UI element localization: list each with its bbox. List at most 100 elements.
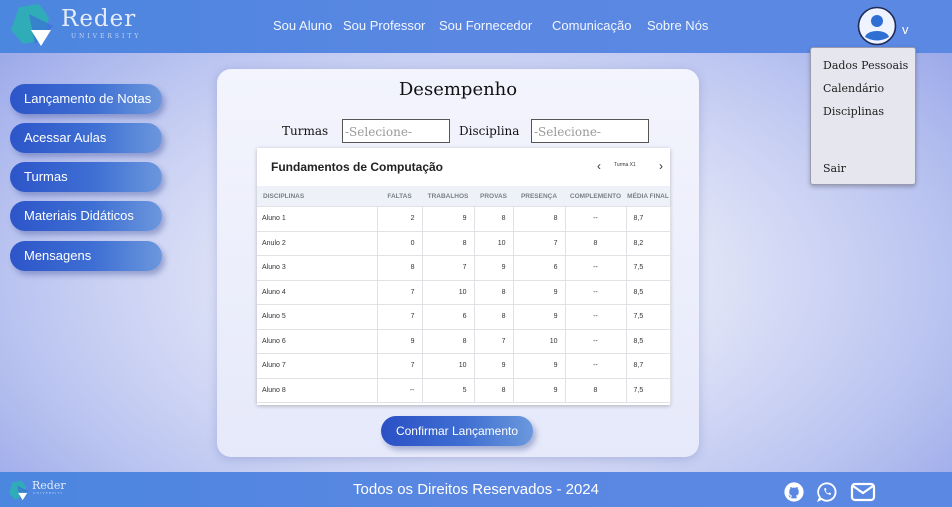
sidebar-item-lancamento-notas[interactable]: Lançamento de Notas bbox=[10, 84, 162, 114]
menu-item-dados-pessoais[interactable]: Dados Pessoais bbox=[823, 59, 908, 72]
student-name-cell: Anulo 2 bbox=[257, 230, 378, 256]
grade-cell: 10 bbox=[422, 279, 475, 305]
grade-cell: 5 bbox=[422, 377, 475, 403]
prev-turma-button[interactable]: ‹ bbox=[597, 159, 601, 173]
table-row: Aluno 6 9 8 7 10 -- 8,5 bbox=[257, 328, 671, 354]
header-bar: Reder UNIVERSITY Sou Aluno Sou Professor… bbox=[0, 0, 952, 53]
grade-cell: 2 bbox=[377, 206, 423, 232]
grade-cell: 9 bbox=[422, 206, 475, 232]
grade-cell: 8 bbox=[513, 206, 566, 232]
grade-cell: 10 bbox=[422, 353, 475, 379]
grade-cell: 8,5 bbox=[626, 279, 671, 305]
grade-cell: 8 bbox=[565, 230, 627, 256]
grade-cell: 0 bbox=[377, 230, 423, 256]
menu-item-disciplinas[interactable]: Disciplinas bbox=[823, 105, 884, 118]
student-name-cell: Aluno 6 bbox=[257, 328, 378, 354]
grade-cell: 6 bbox=[422, 304, 475, 330]
student-name-cell: Aluno 3 bbox=[257, 255, 378, 281]
whatsapp-icon[interactable] bbox=[816, 481, 838, 503]
grade-cell: 8 bbox=[422, 328, 475, 354]
github-icon[interactable] bbox=[783, 481, 805, 503]
nav-sou-fornecedor[interactable]: Sou Fornecedor bbox=[439, 18, 532, 33]
grade-cell: 9 bbox=[474, 353, 514, 379]
table-header-row: DISCIPLINAS FALTAS TRABALHOS PROVAS PRES… bbox=[257, 186, 670, 207]
mail-icon[interactable] bbox=[850, 481, 876, 503]
footer: Reder UNIVERSITY Todos os Direitos Reser… bbox=[0, 472, 952, 507]
grade-cell: 7 bbox=[474, 328, 514, 354]
student-name-cell: Aluno 7 bbox=[257, 353, 378, 379]
table-row: Aluno 1 2 9 8 8 -- 8,7 bbox=[257, 206, 671, 232]
user-avatar-icon[interactable] bbox=[857, 6, 897, 46]
turmas-select[interactable]: -Selecione- bbox=[342, 119, 450, 143]
grade-cell: 7 bbox=[513, 230, 566, 256]
grade-cell: 8,5 bbox=[626, 328, 671, 354]
grade-cell: 7 bbox=[377, 304, 423, 330]
logo-emblem-icon bbox=[11, 4, 53, 46]
col-header: MÉDIA FINAL bbox=[626, 186, 670, 207]
grade-cell: 8 bbox=[474, 377, 514, 403]
menu-item-sair[interactable]: Sair bbox=[823, 162, 846, 175]
table-row: Anulo 2 0 8 10 7 8 8,2 bbox=[257, 230, 671, 256]
grades-card: Fundamentos de Computação ‹ Turma X1 › D… bbox=[257, 148, 671, 405]
nav-sou-professor[interactable]: Sou Professor bbox=[343, 18, 425, 33]
grade-cell: 10 bbox=[474, 230, 514, 256]
grade-cell: -- bbox=[565, 255, 627, 281]
grade-cell: 9 bbox=[513, 304, 566, 330]
table-row: Aluno 3 8 7 9 6 -- 7,5 bbox=[257, 255, 671, 281]
table-row: Aluno 7 7 10 9 9 -- 8,7 bbox=[257, 353, 671, 379]
grade-cell: -- bbox=[565, 304, 627, 330]
grade-cell: 7 bbox=[377, 279, 423, 305]
desempenho-panel: Desempenho Turmas -Selecione- Disciplina… bbox=[217, 69, 699, 457]
grade-cell: 8,2 bbox=[626, 230, 671, 256]
grade-cell: 7,5 bbox=[626, 377, 671, 403]
copyright-text: Todos os Direitos Reservados - 2024 bbox=[353, 481, 599, 498]
menu-item-calendario[interactable]: Calendário bbox=[823, 82, 884, 95]
sidebar-item-materiais-didaticos[interactable]: Materiais Didáticos bbox=[10, 201, 162, 231]
table-row: Aluno 5 7 6 8 9 -- 7,5 bbox=[257, 304, 671, 330]
grade-cell: 8,7 bbox=[626, 206, 671, 232]
grade-cell: 8 bbox=[474, 279, 514, 305]
col-header: PROVAS bbox=[474, 186, 513, 207]
grade-cell: -- bbox=[565, 279, 627, 305]
sidebar-item-acessar-aulas[interactable]: Acessar Aulas bbox=[10, 123, 162, 153]
grade-cell: 9 bbox=[513, 353, 566, 379]
chevron-down-icon[interactable]: v bbox=[902, 22, 909, 37]
next-turma-button[interactable]: › bbox=[659, 159, 663, 173]
brand-subtitle: UNIVERSITY bbox=[71, 33, 142, 40]
disciplina-label: Disciplina bbox=[459, 124, 520, 138]
grade-cell: 9 bbox=[513, 279, 566, 305]
grade-cell: 8 bbox=[474, 304, 514, 330]
grade-cell: 7 bbox=[422, 255, 475, 281]
col-header: PRESENÇA bbox=[513, 186, 565, 207]
grade-cell: 9 bbox=[513, 377, 566, 403]
confirmar-lancamento-button[interactable]: Confirmar Lançamento bbox=[381, 416, 533, 446]
grade-cell: 8 bbox=[474, 206, 514, 232]
grade-cell: 10 bbox=[513, 328, 566, 354]
col-header: DISCIPLINAS bbox=[257, 186, 377, 207]
turma-label: Turma X1 bbox=[614, 162, 636, 168]
col-header: FALTAS bbox=[377, 186, 422, 207]
nav-sou-aluno[interactable]: Sou Aluno bbox=[273, 18, 332, 33]
grade-cell: 8 bbox=[377, 255, 423, 281]
grade-cell: -- bbox=[565, 206, 627, 232]
grade-cell: -- bbox=[565, 328, 627, 354]
grade-cell: 7 bbox=[377, 353, 423, 379]
turmas-label: Turmas bbox=[282, 124, 329, 138]
table-title: Fundamentos de Computação bbox=[271, 160, 444, 174]
grade-cell: 9 bbox=[377, 328, 423, 354]
brand-logo[interactable]: Reder UNIVERSITY bbox=[9, 4, 139, 48]
grade-cell: -- bbox=[377, 377, 423, 403]
brand-name: Reder bbox=[61, 6, 137, 32]
nav-comunicacao[interactable]: Comunicação bbox=[552, 18, 632, 33]
nav-sobre-nos[interactable]: Sobre Nós bbox=[647, 18, 708, 33]
grade-cell: 8,7 bbox=[626, 353, 671, 379]
disciplina-select[interactable]: -Selecione- bbox=[531, 119, 649, 143]
grade-cell: 9 bbox=[474, 255, 514, 281]
student-name-cell: Aluno 4 bbox=[257, 279, 378, 305]
grade-cell: 8 bbox=[565, 377, 627, 403]
grade-cell: 6 bbox=[513, 255, 566, 281]
col-header: COMPLEMENTO bbox=[565, 186, 626, 207]
sidebar-item-turmas[interactable]: Turmas bbox=[10, 162, 162, 192]
user-dropdown-menu: Dados Pessoais Calendário Disciplinas Sa… bbox=[810, 47, 916, 185]
sidebar-item-mensagens[interactable]: Mensagens bbox=[10, 241, 162, 271]
